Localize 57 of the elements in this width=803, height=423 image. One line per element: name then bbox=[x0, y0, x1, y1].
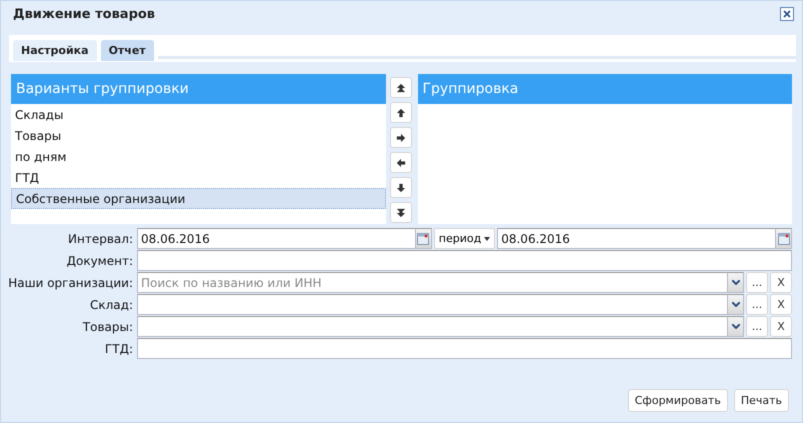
dropdown-button[interactable] bbox=[727, 294, 744, 315]
combo-field[interactable] bbox=[137, 316, 727, 337]
calendar-icon bbox=[417, 232, 430, 244]
combo-field[interactable] bbox=[137, 294, 727, 315]
dropdown-icon bbox=[732, 324, 740, 329]
move-bottom-button[interactable] bbox=[390, 202, 412, 223]
calendar-icon bbox=[778, 232, 790, 244]
clear-button[interactable]: X bbox=[770, 272, 792, 293]
list-item[interactable]: ГТД bbox=[11, 167, 386, 188]
field-label: Наши организации: bbox=[7, 276, 133, 290]
select-button[interactable]: ... bbox=[746, 294, 768, 315]
clear-button[interactable]: X bbox=[770, 294, 792, 315]
period-button[interactable]: период bbox=[434, 228, 496, 249]
dropdown-button[interactable] bbox=[727, 272, 744, 293]
list-item[interactable]: Товары bbox=[11, 125, 386, 146]
close-button[interactable] bbox=[780, 7, 794, 21]
dropdown-icon bbox=[732, 280, 740, 285]
window-title: Движение товаров bbox=[13, 6, 156, 22]
field-label: Документ: bbox=[66, 254, 133, 268]
print-button[interactable]: Печать bbox=[734, 389, 789, 412]
list-header: Группировка bbox=[418, 74, 792, 104]
select-button[interactable]: ... bbox=[746, 316, 768, 337]
add-button[interactable] bbox=[390, 127, 412, 148]
dropdown-icon bbox=[732, 302, 740, 307]
remove-button[interactable] bbox=[390, 152, 412, 173]
list-item[interactable]: Склады bbox=[11, 104, 386, 125]
arrow-right-icon bbox=[396, 132, 406, 142]
tab[interactable]: Отчет bbox=[100, 40, 154, 61]
move-top-button[interactable] bbox=[390, 77, 412, 98]
select-button[interactable]: ... bbox=[746, 272, 768, 293]
combo-field[interactable]: Поиск по названию или ИНН bbox=[137, 272, 727, 293]
move-down-icon bbox=[396, 182, 406, 192]
move-bottom-icon bbox=[396, 208, 406, 218]
field-label: ГТД: bbox=[104, 342, 133, 356]
move-up-icon bbox=[396, 108, 406, 118]
list-item[interactable]: по дням bbox=[11, 146, 386, 167]
field-label: Склад: bbox=[89, 298, 133, 312]
generate-button[interactable]: Сформировать bbox=[628, 389, 728, 412]
caret-icon bbox=[484, 236, 490, 240]
date-field[interactable]: 08.06.2016 bbox=[137, 228, 415, 249]
field-label: Товары: bbox=[82, 320, 133, 334]
move-down-button[interactable] bbox=[390, 177, 412, 198]
input-field[interactable] bbox=[137, 338, 792, 359]
tab[interactable]: Настройка bbox=[13, 40, 97, 61]
list-item[interactable]: Собственные организации bbox=[11, 188, 386, 209]
dropdown-button[interactable] bbox=[727, 316, 744, 337]
calendar-button[interactable] bbox=[775, 228, 792, 249]
close-icon bbox=[783, 10, 791, 18]
input-field[interactable] bbox=[137, 250, 792, 271]
field-label: Интервал: bbox=[67, 232, 133, 246]
date-field[interactable]: 08.06.2016 bbox=[497, 228, 775, 249]
arrow-left-icon bbox=[396, 158, 406, 168]
list-header: Варианты группировки bbox=[11, 74, 386, 104]
move-top-icon bbox=[396, 82, 406, 92]
clear-button[interactable]: X bbox=[770, 316, 792, 337]
calendar-button[interactable] bbox=[414, 228, 432, 249]
move-up-button[interactable] bbox=[390, 102, 412, 123]
